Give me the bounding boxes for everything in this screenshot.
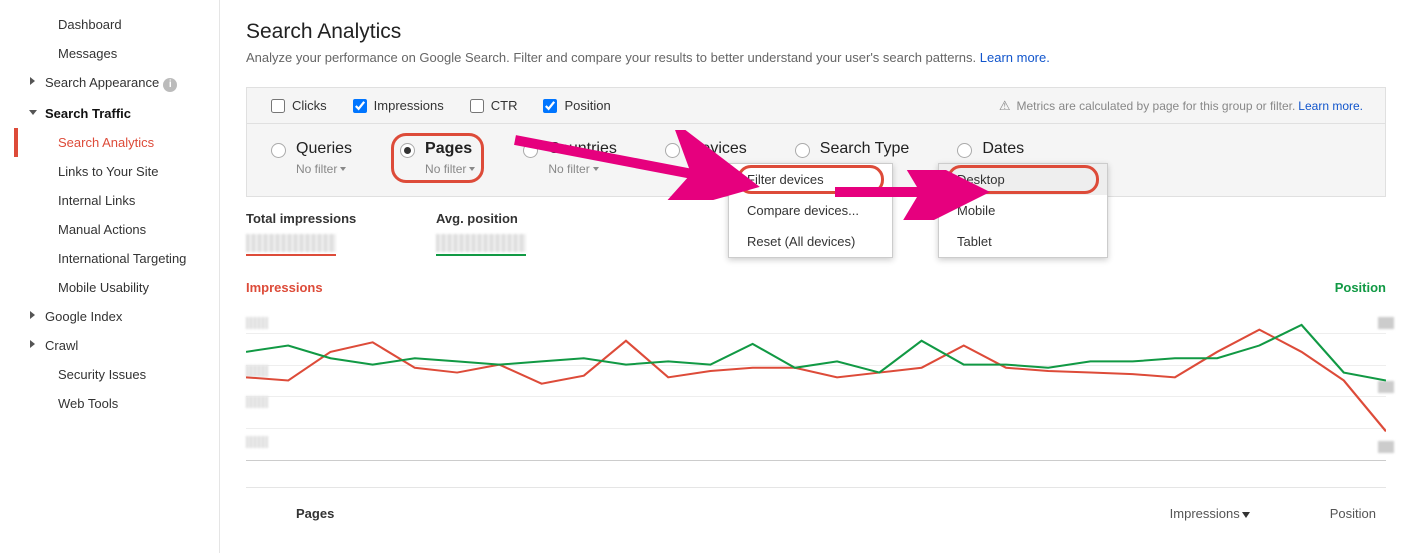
sidebar-item-web-tools[interactable]: Web Tools bbox=[0, 389, 219, 418]
dropdown-item-mobile[interactable]: Mobile bbox=[939, 195, 1107, 226]
sidebar-item-manual-actions[interactable]: Manual Actions bbox=[0, 215, 219, 244]
radio-icon[interactable] bbox=[795, 143, 810, 158]
metric-clicks[interactable]: Clicks bbox=[271, 98, 327, 113]
chart-header: Impressions Position bbox=[246, 280, 1386, 295]
sidebar-item-search-analytics[interactable]: Search Analytics bbox=[0, 128, 219, 157]
metrics-note: ⚠ Metrics are calculated by page for thi… bbox=[999, 98, 1363, 114]
chevron-right-icon bbox=[30, 77, 35, 85]
table-col-position[interactable]: Position bbox=[1330, 506, 1376, 521]
metric-checkbox[interactable] bbox=[470, 99, 484, 113]
dropdown-item-reset-all-devices-[interactable]: Reset (All devices) bbox=[729, 226, 892, 257]
total-avg-position: Avg. position bbox=[436, 211, 576, 256]
sidebar-item-messages[interactable]: Messages bbox=[0, 39, 219, 68]
radio-icon[interactable] bbox=[957, 143, 972, 158]
sidebar-item-internal-links[interactable]: Internal Links bbox=[0, 186, 219, 215]
dropdown-item-compare-devices-[interactable]: Compare devices... bbox=[729, 195, 892, 226]
sidebar-item-international-targeting[interactable]: International Targeting bbox=[0, 244, 219, 273]
main-content: Search Analytics Analyze your performanc… bbox=[220, 0, 1428, 553]
metric-checkbox[interactable] bbox=[353, 99, 367, 113]
metric-position[interactable]: Position bbox=[543, 98, 610, 113]
radio-icon[interactable] bbox=[665, 143, 680, 158]
dimension-queries[interactable]: QueriesNo filter bbox=[265, 136, 358, 180]
caret-down-icon bbox=[593, 167, 599, 171]
devices-dropdown: Filter devicesCompare devices...Reset (A… bbox=[728, 163, 893, 258]
chevron-right-icon bbox=[30, 311, 35, 319]
caret-down-icon bbox=[340, 167, 346, 171]
table-col-impressions[interactable]: Impressions bbox=[1170, 506, 1250, 521]
sidebar-item-security-issues[interactable]: Security Issues bbox=[0, 360, 219, 389]
chart bbox=[246, 301, 1386, 461]
info-icon: i bbox=[163, 78, 177, 92]
dropdown-item-tablet[interactable]: Tablet bbox=[939, 226, 1107, 257]
sidebar-item-search-appearance[interactable]: Search Appearancei bbox=[0, 68, 219, 99]
sidebar-item-google-index[interactable]: Google Index bbox=[0, 302, 219, 331]
metrics-bar: Clicks Impressions CTR Position ⚠ Metrics a… bbox=[246, 87, 1386, 123]
table-header: Pages Impressions Position bbox=[246, 487, 1386, 521]
chart-right-label: Position bbox=[1335, 280, 1386, 295]
sort-desc-icon bbox=[1242, 512, 1250, 518]
radio-icon[interactable] bbox=[271, 143, 286, 158]
learn-more-link[interactable]: Learn more. bbox=[980, 50, 1050, 65]
warning-icon: ⚠ bbox=[999, 98, 1011, 114]
chevron-right-icon bbox=[30, 340, 35, 348]
sidebar-item-links-to-your-site[interactable]: Links to Your Site bbox=[0, 157, 219, 186]
dropdown-item-desktop[interactable]: Desktop bbox=[939, 164, 1107, 195]
dimension-filter[interactable]: No filter bbox=[548, 162, 616, 176]
dimension-countries[interactable]: CountriesNo filter bbox=[517, 136, 622, 180]
caret-down-icon bbox=[469, 167, 475, 171]
redacted-value bbox=[436, 234, 526, 252]
sidebar-item-search-traffic[interactable]: Search Traffic bbox=[0, 99, 219, 128]
table-row-label[interactable]: Pages bbox=[296, 506, 334, 521]
metric-checkbox[interactable] bbox=[543, 99, 557, 113]
radio-icon[interactable] bbox=[400, 143, 415, 158]
page-title: Search Analytics bbox=[246, 20, 1386, 44]
metric-ctr[interactable]: CTR bbox=[470, 98, 518, 113]
metric-checkbox[interactable] bbox=[271, 99, 285, 113]
sidebar-item-dashboard[interactable]: Dashboard bbox=[0, 10, 219, 39]
dimension-pages[interactable]: PagesNo filter bbox=[394, 136, 481, 180]
dimension-filter[interactable]: No filter bbox=[425, 162, 475, 176]
dropdown-item-filter-devices[interactable]: Filter devices bbox=[729, 164, 892, 195]
sidebar-item-crawl[interactable]: Crawl bbox=[0, 331, 219, 360]
redacted-value bbox=[246, 234, 336, 252]
sidebar-item-mobile-usability[interactable]: Mobile Usability bbox=[0, 273, 219, 302]
sidebar: DashboardMessagesSearch AppearanceiSearc… bbox=[0, 0, 220, 553]
metric-impressions[interactable]: Impressions bbox=[353, 98, 444, 113]
total-total-impressions: Total impressions bbox=[246, 211, 386, 256]
device-filter-dropdown: DesktopMobileTablet bbox=[938, 163, 1108, 258]
metrics-learn-more-link[interactable]: Learn more. bbox=[1298, 99, 1363, 113]
chevron-down-icon bbox=[29, 110, 37, 115]
chart-series-impressions bbox=[246, 330, 1386, 432]
dimension-filter[interactable]: No filter bbox=[296, 162, 352, 176]
page-description: Analyze your performance on Google Searc… bbox=[246, 50, 1386, 65]
chart-left-label: Impressions bbox=[246, 280, 323, 295]
radio-icon[interactable] bbox=[523, 143, 538, 158]
